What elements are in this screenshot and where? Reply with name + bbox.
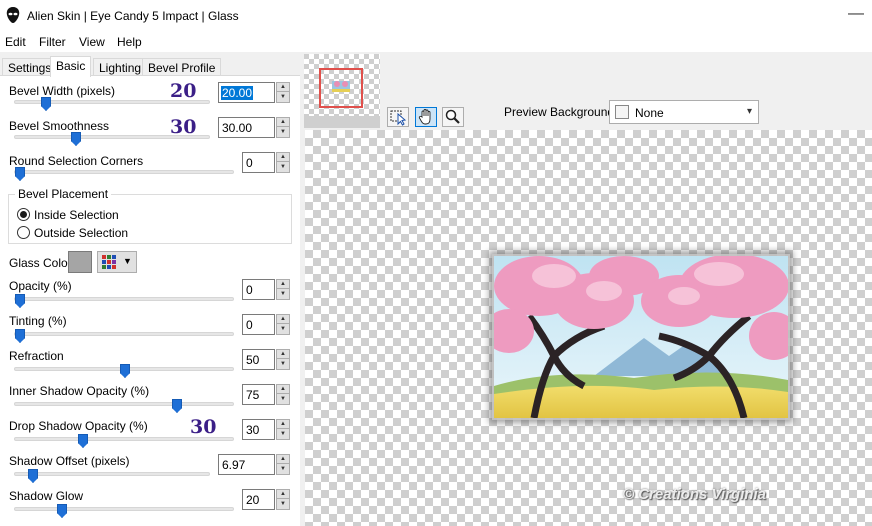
bevel-smoothness-slider-track[interactable] [14, 135, 210, 139]
inner-shadow-slider-thumb[interactable] [172, 399, 182, 413]
selection-tool-button[interactable] [387, 107, 409, 127]
opacity-field[interactable]: 0 [242, 279, 275, 300]
opacity-spinner[interactable]: ▲ ▼ [276, 279, 290, 300]
bevel-width-slider-thumb[interactable] [41, 97, 51, 111]
zoom-tool-icon [445, 109, 460, 124]
title-bar: Alien Skin | Eye Candy 5 Impact | Glass … [0, 0, 872, 32]
round-corners-label: Round Selection Corners [9, 154, 144, 168]
bevel-smoothness-label: Bevel Smoothness [9, 119, 110, 133]
preview-panel: Preview Background: None ▾ © Creations V… [300, 52, 872, 526]
chevron-down-icon: ▾ [746, 106, 752, 117]
bevel-width-annotation: 20 [170, 80, 197, 102]
drop-shadow-field[interactable]: 30 [242, 419, 275, 440]
preview-image [484, 254, 799, 420]
inner-shadow-spinner[interactable]: ▲ ▼ [276, 384, 290, 405]
basic-tab-body: Bevel Width (pixels) 20 20.00 ▲ ▼ Bevel S… [0, 75, 300, 526]
tab-bevel-profile[interactable]: Bevel Profile [142, 58, 222, 76]
shadow-offset-spinner[interactable]: ▲ ▼ [276, 454, 290, 475]
inner-shadow-slider-track[interactable] [14, 402, 234, 406]
none-swatch [615, 105, 629, 119]
bevel-placement-group: Bevel Placement Inside Selection Outside… [8, 187, 292, 244]
chevron-down-icon: ▼ [123, 256, 132, 266]
shadow-glow-field[interactable]: 20 [242, 489, 275, 510]
tinting-slider-thumb[interactable] [15, 329, 25, 343]
app-window: Alien Skin | Eye Candy 5 Impact | Glass … [0, 0, 872, 526]
bevel-smoothness-field[interactable]: 30.00 [218, 117, 275, 138]
shadow-offset-slider-thumb[interactable] [28, 469, 38, 483]
bevel-width-field[interactable]: 20.00 [218, 82, 275, 103]
menu-filter[interactable]: Filter [39, 35, 66, 49]
zoom-tool-button[interactable] [442, 107, 464, 127]
bevel-width-spinner[interactable]: ▲ ▼ [276, 82, 290, 103]
tab-lighting[interactable]: Lighting [93, 58, 148, 76]
window-title: Alien Skin | Eye Candy 5 Impact | Glass [27, 9, 239, 23]
shadow-glow-label: Shadow Glow [9, 489, 84, 503]
navigator-image [304, 54, 380, 128]
shadow-glow-spinner[interactable]: ▲ ▼ [276, 489, 290, 510]
refraction-spinner[interactable]: ▲ ▼ [276, 349, 290, 370]
inside-selection-label: Inside Selection [34, 208, 119, 222]
tinting-label: Tinting (%) [9, 314, 67, 328]
menu-edit[interactable]: Edit [5, 35, 26, 49]
tab-basic[interactable]: Basic [50, 56, 92, 77]
cherry-blossom-scene [484, 254, 799, 419]
round-corners-slider-track[interactable] [14, 170, 234, 174]
close-icon[interactable]: — [848, 5, 864, 23]
selection-tool-icon [390, 110, 407, 126]
drop-shadow-slider-thumb[interactable] [78, 434, 88, 448]
watermark-text: © Creations Virginia [623, 486, 767, 503]
outside-selection-label: Outside Selection [34, 226, 129, 240]
preview-background-label: Preview Background: [504, 105, 618, 119]
inner-shadow-field[interactable]: 75 [242, 384, 275, 405]
preview-canvas[interactable]: © Creations Virginia [305, 130, 872, 526]
color-palette-button[interactable]: ▼ [97, 251, 137, 273]
drop-shadow-slider-track[interactable] [14, 437, 234, 441]
round-corners-slider-thumb[interactable] [15, 167, 25, 181]
glass-color-swatch[interactable] [68, 251, 92, 273]
outside-selection-radio[interactable] [17, 226, 30, 239]
menu-bar: Edit Filter View Help [0, 32, 872, 52]
preview-background-value: None [635, 106, 664, 120]
tinting-slider-track[interactable] [14, 332, 234, 336]
bevel-width-label: Bevel Width (pixels) [9, 84, 116, 98]
drop-shadow-spinner[interactable]: ▲ ▼ [276, 419, 290, 440]
preview-background-select[interactable]: None ▾ [609, 100, 759, 124]
opacity-slider-track[interactable] [14, 297, 234, 301]
drop-shadow-annotation: 30 [190, 416, 217, 438]
glass-color-label: Glass Color [9, 256, 72, 270]
navigator-thumbnail[interactable] [304, 54, 380, 128]
round-corners-field[interactable]: 0 [242, 152, 275, 173]
menu-view[interactable]: View [79, 35, 105, 49]
drop-shadow-label: Drop Shadow Opacity (%) [9, 419, 148, 433]
refraction-label: Refraction [9, 349, 64, 363]
refraction-field[interactable]: 50 [242, 349, 275, 370]
inside-selection-radio[interactable] [17, 208, 30, 221]
inner-shadow-label: Inner Shadow Opacity (%) [9, 384, 150, 398]
hand-tool-button[interactable] [415, 107, 437, 127]
shadow-glow-slider-track[interactable] [14, 507, 234, 511]
settings-panel: Settings Basic Lighting Bevel Profile Be… [0, 52, 300, 526]
opacity-label: Opacity (%) [9, 279, 72, 293]
color-palette-icon [102, 255, 116, 269]
opacity-slider-thumb[interactable] [15, 294, 25, 308]
alien-skin-icon [6, 7, 20, 23]
hand-tool-icon [418, 109, 431, 125]
tab-strip: Settings Basic Lighting Bevel Profile [0, 56, 300, 77]
bevel-smoothness-slider-thumb[interactable] [71, 132, 81, 146]
shadow-glow-slider-thumb[interactable] [57, 504, 67, 518]
tinting-field[interactable]: 0 [242, 314, 275, 335]
tinting-spinner[interactable]: ▲ ▼ [276, 314, 290, 335]
shadow-offset-field[interactable]: 6.97 [218, 454, 275, 475]
shadow-offset-label: Shadow Offset (pixels) [9, 454, 130, 468]
bevel-placement-legend: Bevel Placement [15, 187, 112, 201]
bevel-smoothness-spinner[interactable]: ▲ ▼ [276, 117, 290, 138]
refraction-slider-thumb[interactable] [120, 364, 130, 378]
shadow-offset-slider-track[interactable] [14, 472, 210, 476]
round-corners-spinner[interactable]: ▲ ▼ [276, 152, 290, 173]
menu-help[interactable]: Help [117, 35, 142, 49]
